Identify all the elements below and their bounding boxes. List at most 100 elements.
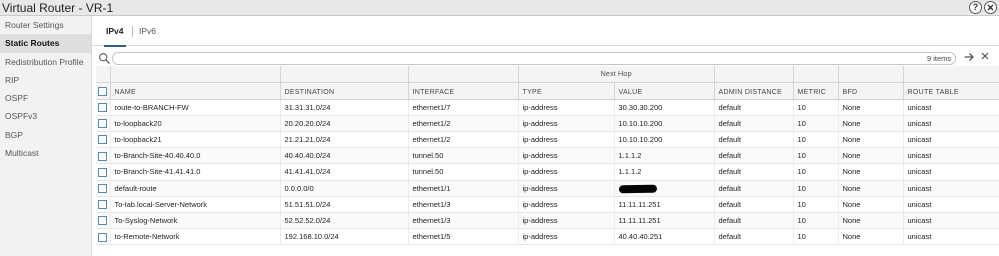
row-checkbox[interactable] (96, 99, 111, 116)
nexthop-value-cell: 11.11.11.251 (614, 212, 715, 230)
route-name-cell: To-lab.local-Server-Network (110, 196, 281, 213)
select-all-checkbox[interactable] (96, 82, 111, 100)
interface-cell: tunnel.50 (408, 163, 519, 181)
item-count: 9 items (927, 54, 952, 63)
column-header-admin-distance[interactable]: ADMIN DISTANCE (714, 82, 794, 100)
sidebar-item-multicast[interactable]: Multicast (0, 144, 91, 162)
help-icon[interactable]: ? (969, 1, 982, 14)
route-table-cell: unicast (903, 180, 999, 197)
admin-distance-cell: default (714, 147, 794, 165)
bfd-cell: None (838, 99, 904, 116)
admin-distance-cell: default (714, 228, 794, 246)
column-header-interface[interactable]: INTERFACE (408, 82, 519, 100)
clear-filter-icon[interactable] (978, 51, 992, 66)
nexthop-value-cell: 30.30.30.200 (614, 99, 715, 116)
redacted-value (618, 184, 657, 193)
sidebar-item-ospfv3[interactable]: OSPFv3 (0, 107, 91, 125)
header-spacer (96, 66, 111, 83)
sidebar-item-router-settings[interactable]: Router Settings (0, 16, 91, 34)
sidebar-item-rip[interactable]: RIP (0, 71, 91, 89)
header-spacer (793, 66, 839, 83)
table-row[interactable]: to-Branch-Site-40.40.40.0 40.40.40.0/24 tu… (96, 147, 999, 165)
nexthop-value-cell (614, 180, 715, 197)
tab-bar: IPv4 IPv6 (92, 16, 999, 47)
arrow-right-icon[interactable] (962, 51, 976, 66)
nexthop-type-cell: ip-address (518, 115, 615, 132)
route-name-cell: to-Branch-Site-41.41.41.0 (110, 163, 281, 181)
column-header-metric[interactable]: METRIC (793, 82, 839, 100)
route-name-link[interactable]: default-route (115, 184, 157, 193)
column-header-bfd[interactable]: BFD (838, 82, 904, 100)
interface-cell: ethernet1/2 (408, 131, 519, 149)
admin-distance-cell: default (714, 212, 794, 230)
table-row[interactable]: To-lab.local-Server-Network 51.51.51.0/24… (96, 196, 999, 213)
route-name-link[interactable]: to-Branch-Site-40.40.40.0 (115, 151, 201, 160)
table-row[interactable]: to-Remote-Network 192.168.10.0/24 ethernet… (96, 228, 999, 246)
metric-cell: 10 (793, 228, 839, 246)
nexthop-type-cell: ip-address (518, 212, 615, 230)
search-icon (98, 52, 111, 65)
tab-ipv4[interactable]: IPv4 (104, 16, 125, 47)
bfd-cell: None (838, 212, 904, 230)
column-header-destination[interactable]: DESTINATION (280, 82, 409, 100)
route-name-link[interactable]: to-Branch-Site-41.41.41.0 (115, 167, 201, 176)
window-title: Virtual Router - VR-1 (2, 1, 114, 15)
column-header-value[interactable]: VALUE (614, 82, 715, 100)
row-checkbox[interactable] (96, 212, 111, 230)
metric-cell: 10 (793, 196, 839, 213)
nexthop-type-cell: ip-address (518, 99, 615, 116)
route-name-link[interactable]: to-loopback20 (115, 119, 162, 128)
column-header-name[interactable]: NAME (110, 82, 281, 100)
interface-cell: ethernet1/3 (408, 196, 519, 213)
destination-cell: 31.31.31.0/24 (280, 99, 409, 116)
row-checkbox[interactable] (96, 163, 111, 181)
sidebar-item-redistribution-profile[interactable]: Redistribution Profile (0, 53, 91, 71)
destination-cell: 41.41.41.0/24 (280, 163, 409, 181)
nexthop-value-cell: 1.1.1.2 (614, 163, 715, 181)
sidebar-item-bgp[interactable]: BGP (0, 126, 91, 144)
table-row[interactable]: To-Syslog-Network 52.52.52.0/24 ethernet1/… (96, 212, 999, 230)
admin-distance-cell: default (714, 99, 794, 116)
route-name-link[interactable]: to-loopback21 (115, 135, 162, 144)
column-header-route-table[interactable]: ROUTE TABLE (903, 82, 999, 100)
nexthop-value-cell: 10.10.10.200 (614, 131, 715, 149)
row-checkbox[interactable] (96, 147, 111, 165)
destination-cell: 0.0.0.0/0 (280, 180, 409, 197)
header-spacer (110, 66, 281, 83)
metric-cell: 10 (793, 131, 839, 149)
route-name-link[interactable]: route-to-BRANCH-FW (115, 103, 189, 112)
destination-cell: 52.52.52.0/24 (280, 212, 409, 230)
column-header-type[interactable]: TYPE (518, 82, 615, 100)
row-checkbox[interactable] (96, 180, 111, 197)
interface-cell: ethernet1/3 (408, 212, 519, 230)
table-row[interactable]: default-route 0.0.0.0/0 ethernet1/1 ip-addr… (96, 180, 999, 197)
tab-ipv6[interactable]: IPv6 (139, 16, 156, 46)
metric-cell: 10 (793, 147, 839, 165)
close-icon[interactable] (984, 1, 997, 14)
nexthop-value-cell: 1.1.1.2 (614, 147, 715, 165)
title-bar: Virtual Router - VR-1 ? (0, 0, 999, 16)
search-input[interactable] (112, 52, 956, 65)
row-checkbox[interactable] (96, 115, 111, 132)
route-name-link[interactable]: To-lab.local-Server-Network (115, 200, 208, 209)
table-body: route-to-BRANCH-FW 31.31.31.0/24 ethernet1… (96, 99, 999, 246)
row-checkbox[interactable] (96, 196, 111, 213)
row-checkbox[interactable] (96, 228, 111, 246)
table-row[interactable]: to-loopback20 20.20.20.0/24 ethernet1/2 ip-… (96, 115, 999, 132)
sidebar-item-static-routes[interactable]: Static Routes (0, 34, 91, 53)
route-name-link[interactable]: To-Syslog-Network (115, 216, 178, 225)
route-name-cell: route-to-BRANCH-FW (110, 99, 281, 116)
route-name-cell: to-loopback21 (110, 131, 281, 149)
nexthop-value-cell: 40.40.40.251 (614, 228, 715, 246)
table-row[interactable]: to-loopback21 21.21.21.0/24 ethernet1/2 ip-… (96, 131, 999, 149)
row-checkbox[interactable] (96, 131, 111, 149)
sidebar-item-ospf[interactable]: OSPF (0, 89, 91, 107)
bfd-cell: None (838, 180, 904, 197)
route-table-cell: unicast (903, 196, 999, 213)
interface-cell: ethernet1/7 (408, 99, 519, 116)
route-name-link[interactable]: to-Remote-Network (115, 232, 180, 241)
table-row[interactable]: to-Branch-Site-41.41.41.0 41.41.41.0/24 tu… (96, 163, 999, 181)
bfd-cell: None (838, 147, 904, 165)
route-name-cell: To-Syslog-Network (110, 212, 281, 230)
table-row[interactable]: route-to-BRANCH-FW 31.31.31.0/24 ethernet1… (96, 99, 999, 116)
